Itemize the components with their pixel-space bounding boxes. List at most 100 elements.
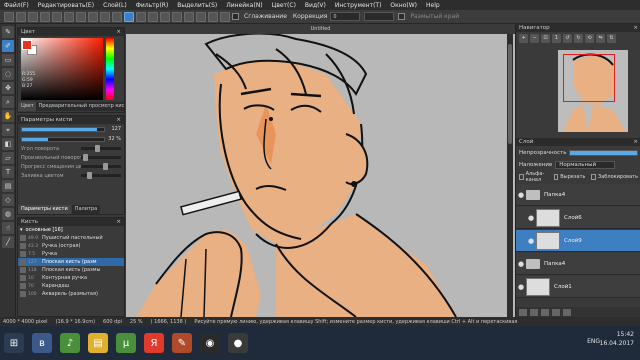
menu-file[interactable]: Файл(F) xyxy=(4,2,29,9)
vk-app-icon[interactable]: в xyxy=(32,333,52,353)
option-button[interactable] xyxy=(28,11,38,22)
move-tool-icon[interactable]: ✥ xyxy=(2,82,14,94)
menu-color[interactable]: Цвет(C) xyxy=(272,2,296,9)
blend-mode-select[interactable]: Нормальный xyxy=(555,161,616,169)
menu-ruler[interactable]: Линейка(N) xyxy=(226,2,262,9)
text-tool-icon[interactable]: T xyxy=(2,166,14,178)
menu-window[interactable]: Окно(W) xyxy=(390,2,417,9)
brush-item[interactable]: 10 Контурная ручка xyxy=(18,274,124,282)
layer-row[interactable]: ● Слой1 xyxy=(516,276,640,298)
antialias-checkbox[interactable] xyxy=(232,13,239,20)
visibility-eye-icon[interactable]: ● xyxy=(516,283,526,291)
canvas-vertical-scrollbar[interactable] xyxy=(507,34,513,317)
option-button[interactable] xyxy=(220,11,230,22)
rotate-reset-icon[interactable]: ⟲ xyxy=(585,34,594,43)
visibility-eye-icon[interactable]: ● xyxy=(516,191,526,199)
param-slider[interactable] xyxy=(81,145,121,152)
param-slider[interactable] xyxy=(81,154,121,161)
option-button[interactable] xyxy=(4,11,14,22)
layer-folder-row[interactable]: ● Папка4 xyxy=(516,184,640,206)
flip-horizontal-icon[interactable]: ⇋ xyxy=(596,34,605,43)
option-button[interactable] xyxy=(40,11,50,22)
brush-tool-icon[interactable]: ✐ xyxy=(2,40,14,52)
merge-layer-icon[interactable] xyxy=(552,308,560,316)
blur-tool-icon[interactable]: ◍ xyxy=(2,208,14,220)
param-slider[interactable] xyxy=(81,172,121,179)
flip-vertical-icon[interactable]: ⇅ xyxy=(607,34,616,43)
soft-edge-checkbox[interactable] xyxy=(398,13,406,20)
option-button[interactable] xyxy=(88,11,98,22)
eyedropper-tool-icon[interactable]: ⌖ xyxy=(2,124,14,136)
correction-select[interactable]: 0 xyxy=(330,12,361,21)
recorder-app-icon[interactable]: ● xyxy=(228,333,248,353)
menu-view[interactable]: Вид(V) xyxy=(305,2,326,9)
brush-group[interactable]: ▾ основные [16] xyxy=(18,226,124,234)
option-button[interactable] xyxy=(100,11,110,22)
brush-item[interactable]: 100 Акварель (размытая) xyxy=(18,290,124,298)
option-button[interactable] xyxy=(196,11,206,22)
option-button[interactable] xyxy=(112,11,122,22)
start-icon[interactable]: ⊞ xyxy=(4,333,24,353)
visibility-eye-icon[interactable]: ● xyxy=(526,237,536,245)
option-button[interactable] xyxy=(76,11,86,22)
paint-app-icon[interactable]: ✎ xyxy=(172,333,192,353)
drawing-canvas[interactable] xyxy=(126,32,515,317)
zoom-out-icon[interactable]: − xyxy=(530,34,539,43)
zoom-actual-icon[interactable]: 1 xyxy=(552,34,561,43)
rotate-left-icon[interactable]: ↺ xyxy=(563,34,572,43)
brush-item[interactable]: 127 Плоская кисть (разм xyxy=(18,258,124,266)
option-button[interactable] xyxy=(64,11,74,22)
param-slider[interactable] xyxy=(81,163,121,170)
menu-edit[interactable]: Редактировать(E) xyxy=(38,2,94,9)
tab-color[interactable]: Цвет xyxy=(18,102,36,111)
photo-app-icon[interactable]: ◉ xyxy=(200,333,220,353)
option-button[interactable] xyxy=(208,11,218,22)
smudge-tool-icon[interactable]: ☝ xyxy=(2,222,14,234)
file-explorer-icon[interactable]: ▤ xyxy=(88,333,108,353)
option-button[interactable] xyxy=(172,11,182,22)
mode-select[interactable] xyxy=(364,12,395,21)
keyboard-language[interactable]: ENG xyxy=(587,338,600,345)
clip-checkbox[interactable] xyxy=(553,174,559,180)
visibility-eye-icon[interactable]: ● xyxy=(526,214,536,222)
new-folder-icon[interactable] xyxy=(530,308,538,316)
new-layer-icon[interactable] xyxy=(519,308,527,316)
visibility-eye-icon[interactable]: ● xyxy=(516,260,526,268)
tab-brush-params[interactable]: Параметры кисти xyxy=(18,205,71,214)
brush-item[interactable]: 70 Карандаш xyxy=(18,282,124,290)
delete-layer-icon[interactable] xyxy=(563,308,571,316)
option-button[interactable] xyxy=(160,11,170,22)
pen-tool-icon[interactable]: ✎ xyxy=(2,26,14,38)
lasso-tool-icon[interactable]: ◌ xyxy=(2,68,14,80)
music-app-icon[interactable]: ♪ xyxy=(60,333,80,353)
menu-select[interactable]: Выделить(S) xyxy=(177,2,217,9)
layer-opacity-bar[interactable] xyxy=(569,150,638,156)
layer-row[interactable]: ● Слой6 xyxy=(516,207,640,229)
option-button[interactable] xyxy=(148,11,158,22)
line-tool-icon[interactable]: ╱ xyxy=(2,236,14,248)
brush-item[interactable]: 118 Плоская кисть (размы xyxy=(18,266,124,274)
rotate-right-icon[interactable]: ↻ xyxy=(574,34,583,43)
yandex-browser-icon[interactable]: Я xyxy=(144,333,164,353)
hand-tool-icon[interactable]: ✋ xyxy=(2,110,14,122)
select-tool-icon[interactable]: ▭ xyxy=(2,54,14,66)
eraser-tool-icon[interactable]: ▱ xyxy=(2,152,14,164)
hue-slider[interactable] xyxy=(106,38,114,100)
zoom-tool-icon[interactable]: ⌕ xyxy=(2,96,14,108)
brush-item[interactable]: 7.5 Ручка xyxy=(18,250,124,258)
lock-checkbox[interactable] xyxy=(591,174,597,180)
scrollbar-thumb[interactable] xyxy=(508,44,512,144)
menu-filter[interactable]: Фильтр(R) xyxy=(136,2,169,9)
menu-layer[interactable]: Слой(L) xyxy=(103,2,127,9)
tab-palette[interactable]: Палитра xyxy=(71,205,101,214)
brush-item[interactable]: 49.9 Пушистый пастельный xyxy=(18,234,124,242)
tab-brush-preview[interactable]: Предварительный просмотр кисти xyxy=(35,102,124,111)
gradient-tool-icon[interactable]: ▤ xyxy=(2,180,14,192)
brush-opacity-bar[interactable] xyxy=(21,136,105,142)
fill-tool-icon[interactable]: ◧ xyxy=(2,138,14,150)
option-button[interactable] xyxy=(52,11,62,22)
utorrent-icon[interactable]: µ xyxy=(116,333,136,353)
zoom-in-icon[interactable]: + xyxy=(519,34,528,43)
option-button[interactable] xyxy=(16,11,26,22)
menu-tool[interactable]: Инструмент(T) xyxy=(335,2,382,9)
